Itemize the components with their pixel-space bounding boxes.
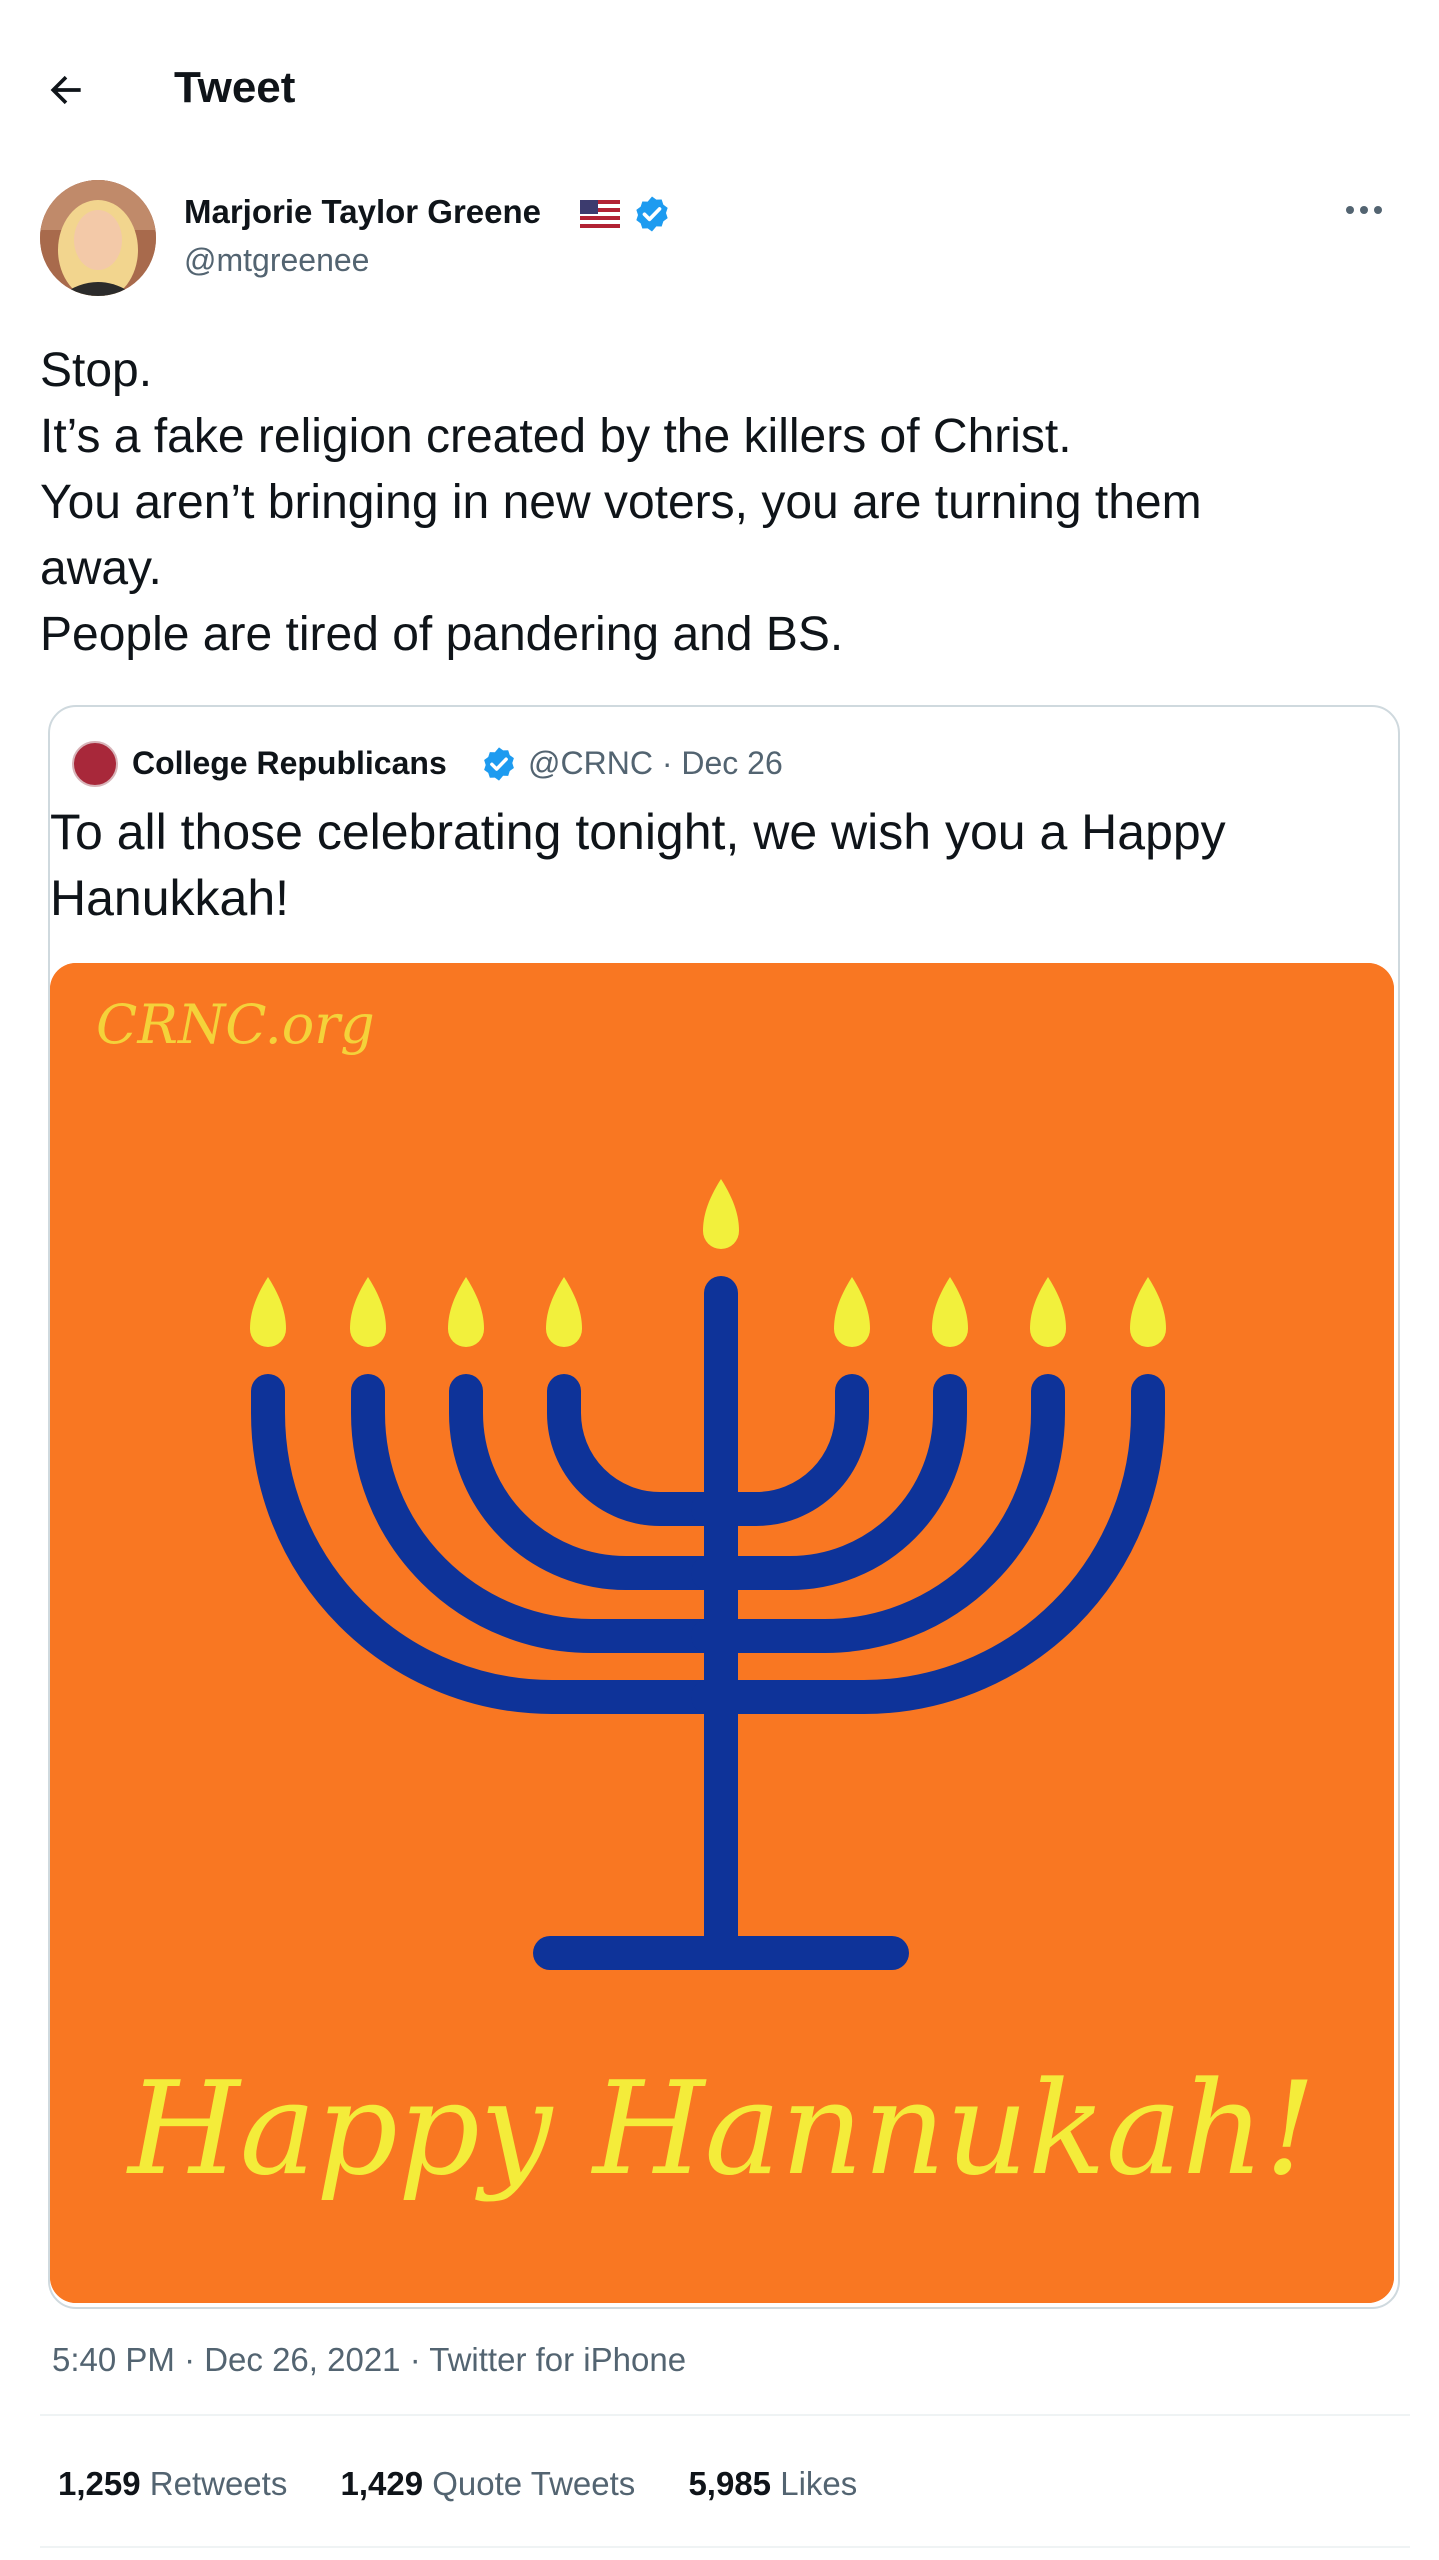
image-watermark: CRNC.org: [96, 993, 375, 1056]
verified-badge-icon: [636, 196, 668, 232]
quoted-author-name[interactable]: College Republicans: [132, 741, 447, 785]
divider: [40, 2546, 1410, 2548]
tweet-line: You aren’t bringing in new voters, you a…: [40, 476, 1202, 529]
author-name[interactable]: Marjorie Taylor Greene: [184, 190, 541, 234]
quote-tweets-stat[interactable]: 1,429 Quote Tweets: [341, 2462, 636, 2506]
tweet-timestamp[interactable]: 5:40 PM · Dec 26, 2021 · Twitter for iPh…: [52, 2338, 686, 2382]
page-title: Tweet: [174, 63, 296, 112]
divider: [40, 2414, 1410, 2416]
quoted-handle-date: @CRNC · Dec 26: [528, 745, 783, 781]
retweets-label: Retweets: [149, 2465, 288, 2502]
author-avatar[interactable]: [40, 180, 156, 296]
top-bar: Tweet: [0, 0, 1439, 180]
tweet-stats: 1,259 Retweets 1,429 Quote Tweets 5,985 …: [58, 2462, 901, 2506]
more-options-icon[interactable]: [1342, 196, 1386, 224]
quote-tweets-label: Quote Tweets: [432, 2465, 636, 2502]
back-arrow-icon[interactable]: [44, 68, 88, 112]
quoted-tweet-text: To all those celebrating tonight, we wis…: [50, 799, 1390, 931]
image-caption: Happy Hannukah!: [126, 2055, 1316, 2204]
us-flag-icon: [580, 200, 620, 228]
hanukkah-image[interactable]: CRNC.org Happy Hannukah!: [50, 963, 1394, 2303]
quoted-tweet-line: To all those celebrating tonight, we wis…: [50, 804, 1226, 860]
retweets-count: 1,259: [58, 2465, 141, 2502]
tweet-line: away.: [40, 542, 162, 595]
tweet-line: Stop.: [40, 344, 153, 397]
likes-stat[interactable]: 5,985 Likes: [688, 2462, 857, 2506]
likes-count: 5,985: [688, 2465, 772, 2502]
likes-label: Likes: [780, 2465, 858, 2502]
tweet-text: Stop. It’s a fake religion created by th…: [40, 338, 1410, 668]
author-handle[interactable]: @mtgreenee: [184, 240, 369, 280]
tweet-line: People are tired of pandering and BS.: [40, 608, 844, 661]
quoted-author-avatar[interactable]: [72, 741, 118, 787]
quoted-tweet-line: Hanukkah!: [50, 870, 290, 926]
tweet-line: It’s a fake religion created by the kill…: [40, 410, 1072, 463]
retweets-stat[interactable]: 1,259 Retweets: [58, 2462, 287, 2506]
quote-tweets-count: 1,429: [340, 2465, 424, 2502]
quoted-tweet-card[interactable]: College Republicans @CRNC · Dec 26 To al…: [48, 705, 1400, 2309]
verified-badge-icon: [484, 747, 514, 781]
